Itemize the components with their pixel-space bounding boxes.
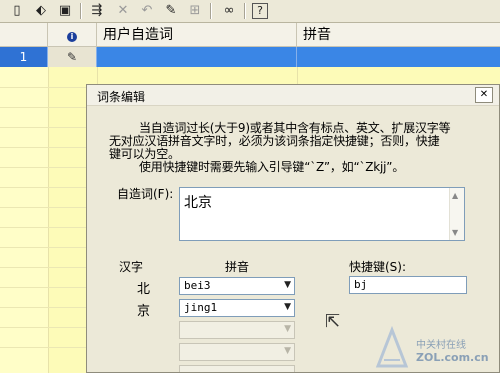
split-icon[interactable]: ⇶ [88,2,106,20]
hanzi-column-label: 汉字 [119,260,144,274]
textarea-scrollbar[interactable]: ▲ ▼ [449,188,464,240]
chevron-down-icon: ▼ [284,346,291,356]
row-edit-icon[interactable]: ✎ [48,47,97,67]
chevron-down-icon: ▼ [284,280,291,290]
word-label: 自造词(F): [117,187,174,201]
header-pinyin[interactable]: 拼音 [297,23,500,47]
shortcut-label: 快捷键(S): [349,260,407,274]
pinyin-column-label: 拼音 [225,260,250,274]
row-number: 1 [0,47,48,67]
mouse-cursor-icon: ⇱ [325,311,341,332]
header-info[interactable]: i [48,23,97,47]
watermark-logo-icon [375,326,409,368]
watermark: 中关村在线 ZOL.com.cn [372,324,500,373]
toolbar: ▯ ⬖ ▣ ⇶ ✕ ↶ ✎ ⊞ ∞ ? [0,0,500,23]
scroll-down-icon[interactable]: ▼ [452,228,458,237]
char-1-label: 北 [137,282,151,297]
pinyin-select-1[interactable]: bei3 ▼ [179,277,295,295]
chevron-down-icon: ▼ [284,302,291,312]
binoculars-icon[interactable]: ∞ [220,2,238,20]
header-rownum [0,23,48,47]
shortcut-input[interactable]: bj [349,276,467,294]
close-icon[interactable]: ✕ [475,87,493,103]
dialog-description: 当自造词过长(大于9)或者其中含有标点、英文、扩展汉字等 无对应汉语拼音文字时，… [109,121,451,174]
chevron-down-icon: ▼ [284,324,291,334]
add-row-icon[interactable]: ⊞ [186,2,204,20]
info-icon: i [67,32,77,42]
pinyin-select-4: ▼ [179,343,295,361]
undo-icon[interactable]: ↶ [138,2,156,20]
help-icon[interactable]: ? [252,3,268,19]
close-icon[interactable]: ✕ [114,2,132,20]
new-icon[interactable]: ▯ [8,2,26,20]
auto-icon[interactable]: ✎ [162,2,180,20]
dialog-titlebar[interactable]: 词条编辑 ✕ [87,85,499,106]
grid-header: i 用户自造词 拼音 [0,23,500,47]
pinyin-select-3: ▼ [179,321,295,339]
row-pinyin-cell[interactable] [297,47,500,67]
char-2-label: 京 [137,304,151,319]
pinyin-select-2[interactable]: jing1 ▼ [179,299,295,317]
save-icon[interactable]: ▣ [56,2,74,20]
pinyin-select-5 [179,365,295,372]
header-user-word[interactable]: 用户自造词 [97,23,297,47]
word-input[interactable]: 北京 ▲ ▼ [179,187,465,241]
dialog-title: 词条编辑 [97,90,146,104]
scroll-up-icon[interactable]: ▲ [452,191,458,200]
bookmark-icon[interactable]: ⬖ [32,2,50,20]
row-word-cell[interactable] [97,47,297,67]
table-row[interactable]: 1 ✎ [0,47,500,67]
